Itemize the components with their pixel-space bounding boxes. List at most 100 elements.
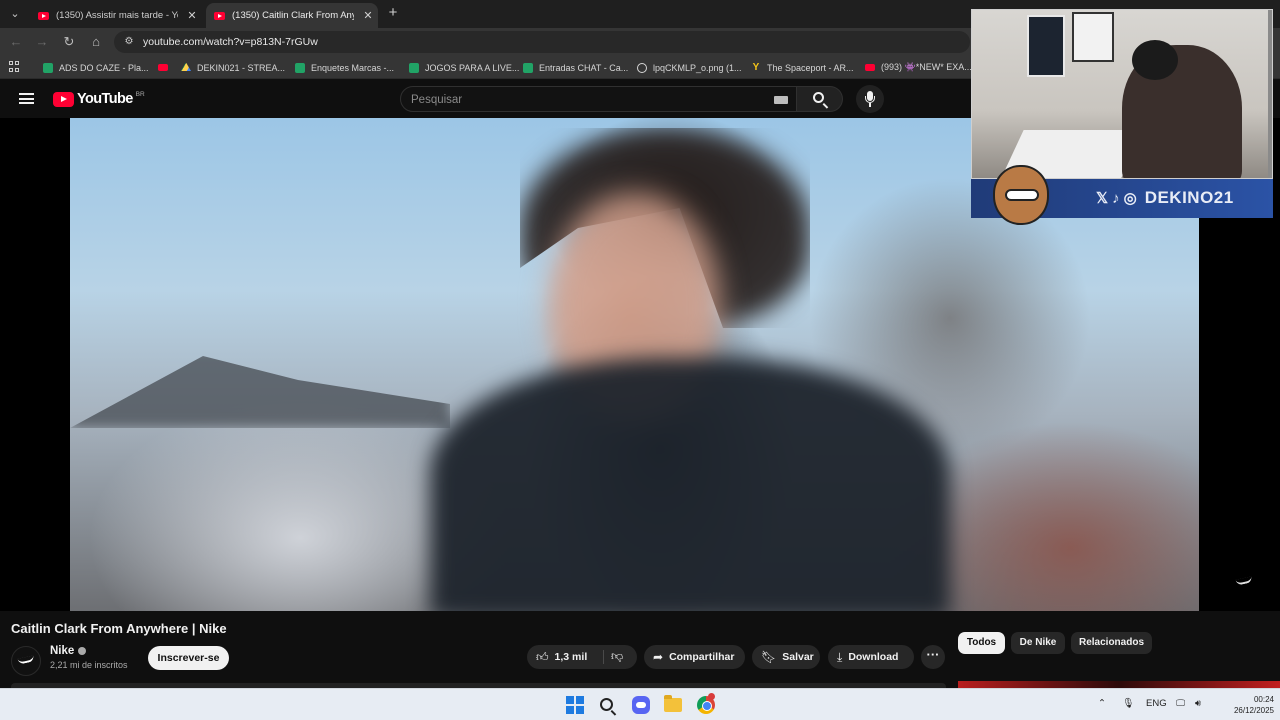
streamer-handle: DEKINO21 (1144, 188, 1234, 207)
tiktok-icon: ♪ (1112, 189, 1120, 207)
tab-label: (1350) Assistir mais tarde - You (56, 10, 178, 21)
microphone-tray-icon[interactable]: 🎙︎ (1122, 698, 1134, 709)
bookmark-label: DEKIN021 - STREA... (197, 62, 286, 73)
menu-hamburger-icon[interactable] (19, 93, 34, 104)
sheets-icon (409, 62, 419, 73)
youtube-icon (865, 64, 875, 71)
discord-icon[interactable] (632, 696, 650, 714)
keyboard-icon[interactable] (774, 96, 788, 104)
tab-search-icon[interactable]: ⌄ (6, 5, 24, 23)
bookmark-label: Entradas CHAT - Ca... (539, 62, 629, 73)
site-info-icon[interactable]: ⚙ (122, 35, 136, 49)
notification-badge (708, 693, 715, 700)
instagram-icon: ◎ (1123, 190, 1137, 207)
input-language[interactable]: ENG (1146, 698, 1167, 709)
streamer-webcam-overlay: 𝕏 ♪ ◎ DEKINO21 (971, 9, 1273, 225)
tab-close-icon[interactable]: ✕ (362, 9, 374, 22)
bookmark-label: The Spaceport - AR... (767, 62, 854, 73)
bookmark-label: Enquetes Marcas -... (311, 62, 395, 73)
channel-name: Nike (50, 645, 75, 657)
channel-avatar[interactable] (11, 646, 41, 676)
thumbs-down-icon[interactable]: 👎︎ (611, 649, 623, 664)
voice-search-button[interactable] (856, 85, 884, 113)
apps-grid-icon[interactable] (9, 61, 20, 72)
chip-todos[interactable]: Todos (958, 632, 1005, 654)
youtube-icon (158, 64, 168, 71)
chrome-icon[interactable] (697, 693, 715, 714)
bookmark-item[interactable]: Entradas CHAT - Ca... (523, 61, 628, 74)
microphone-foot (869, 103, 871, 107)
system-clock[interactable]: 00:24 26/12/2025 (1230, 694, 1274, 716)
video-info: Caitlin Clark From Anywhere | Nike Nike … (0, 611, 1280, 688)
search-button[interactable] (797, 86, 843, 112)
country-code: BR (135, 90, 145, 98)
more-actions-icon[interactable]: ··· (921, 645, 945, 669)
share-icon: ➦ (653, 650, 664, 664)
bookmark-item[interactable] (158, 61, 174, 74)
bookmark-item[interactable]: JOGOS PARA A LIVE... (409, 61, 519, 74)
tab-label: (1350) Caitlin Clark From Anyw (232, 10, 354, 21)
like-count[interactable]: 1,3 mil (555, 651, 588, 663)
scrollbar[interactable] (1268, 10, 1272, 178)
network-icon[interactable]: 🖵︎ (1176, 698, 1185, 709)
tab-watch-later[interactable]: (1350) Assistir mais tarde - You ✕ (30, 3, 202, 28)
bookmark-item[interactable]: Y The Spaceport - AR... (751, 61, 854, 74)
avatar-glasses (1005, 189, 1039, 201)
bookmark-item[interactable]: ADS DO CAZE - Pla... (43, 61, 149, 74)
home-icon[interactable]: ⌂ (88, 34, 104, 50)
bookmark-label: lpqCKMLP_o.png (1... (653, 62, 742, 73)
channel-name-row[interactable]: Nike (50, 645, 87, 657)
reload-icon[interactable]: ↻ (61, 34, 77, 50)
thumbs-up-icon[interactable]: 👍︎ (536, 650, 549, 665)
search-icon[interactable] (600, 698, 613, 711)
show-hidden-icons-icon[interactable]: ⌃ (1098, 698, 1106, 709)
youtube-favicon-icon (38, 11, 49, 20)
sheets-icon (523, 62, 533, 73)
bookmark-label: JOGOS PARA A LIVE... (425, 62, 520, 73)
sheets-icon (295, 62, 305, 73)
drive-icon (181, 62, 191, 71)
video-title: Caitlin Clark From Anywhere | Nike (11, 621, 227, 636)
social-handles: 𝕏 ♪ ◎ DEKINO21 (1096, 188, 1234, 208)
download-icon: ⤓ (837, 649, 843, 664)
chip-relacionados[interactable]: Relacionados (1071, 632, 1152, 654)
tab-close-icon[interactable]: ✕ (186, 9, 198, 22)
sheets-icon (43, 62, 53, 73)
x-icon: 𝕏 (1096, 190, 1109, 207)
bookmark-label: (993) 👾*NEW* EXA... (881, 62, 972, 72)
volume-icon[interactable]: 🔊︎ (1195, 698, 1201, 709)
search-input[interactable] (411, 91, 751, 108)
bookmark-icon: 🔖︎ (761, 650, 777, 664)
share-label: Compartilhar (669, 651, 735, 663)
new-tab-icon[interactable]: + (385, 5, 401, 21)
clock-time: 00:24 (1253, 695, 1274, 704)
like-dislike-bar: 👍︎ 1,3 mil 👎︎ (527, 645, 637, 669)
share-button[interactable]: ➦ Compartilhar (644, 645, 745, 669)
microphone-stem (865, 96, 875, 103)
search-icon (813, 92, 824, 103)
address-bar[interactable]: ⚙ youtube.com/watch?v=p813N-7rGUw (114, 31, 970, 53)
search-box (400, 86, 797, 112)
bookmark-item[interactable]: DEKIN021 - STREA... (181, 61, 285, 74)
chip-de-nike[interactable]: De Nike (1011, 632, 1065, 654)
address-url: youtube.com/watch?v=p813N-7rGUw (143, 36, 318, 48)
related-video-thumbnail[interactable] (958, 681, 1280, 688)
y-icon: Y (752, 61, 760, 73)
save-button[interactable]: 🔖︎ Salvar (752, 645, 820, 669)
download-label: Download (848, 651, 899, 663)
bookmark-item[interactable]: (993) 👾*NEW* EXA... (865, 61, 972, 74)
tab-caitlin-clark[interactable]: (1350) Caitlin Clark From Anyw ✕ (206, 3, 378, 28)
logo-text: YouTube (77, 91, 133, 107)
download-button[interactable]: ⤓ Download (828, 645, 914, 669)
nike-swoosh-icon (1235, 576, 1253, 586)
bookmark-item[interactable]: Enquetes Marcas -... (295, 61, 394, 74)
youtube-logo[interactable]: YouTube BR (53, 91, 145, 107)
windows-start-icon[interactable] (566, 696, 584, 714)
forward-arrow-icon[interactable]: → (34, 34, 50, 50)
lens-icon (637, 62, 647, 73)
file-explorer-icon[interactable] (664, 695, 682, 712)
back-arrow-icon[interactable]: ← (8, 34, 24, 50)
subscribe-button[interactable]: Inscrever-se (148, 646, 229, 670)
save-label: Salvar (782, 651, 814, 663)
bookmark-item[interactable]: lpqCKMLP_o.png (1... (637, 61, 742, 74)
